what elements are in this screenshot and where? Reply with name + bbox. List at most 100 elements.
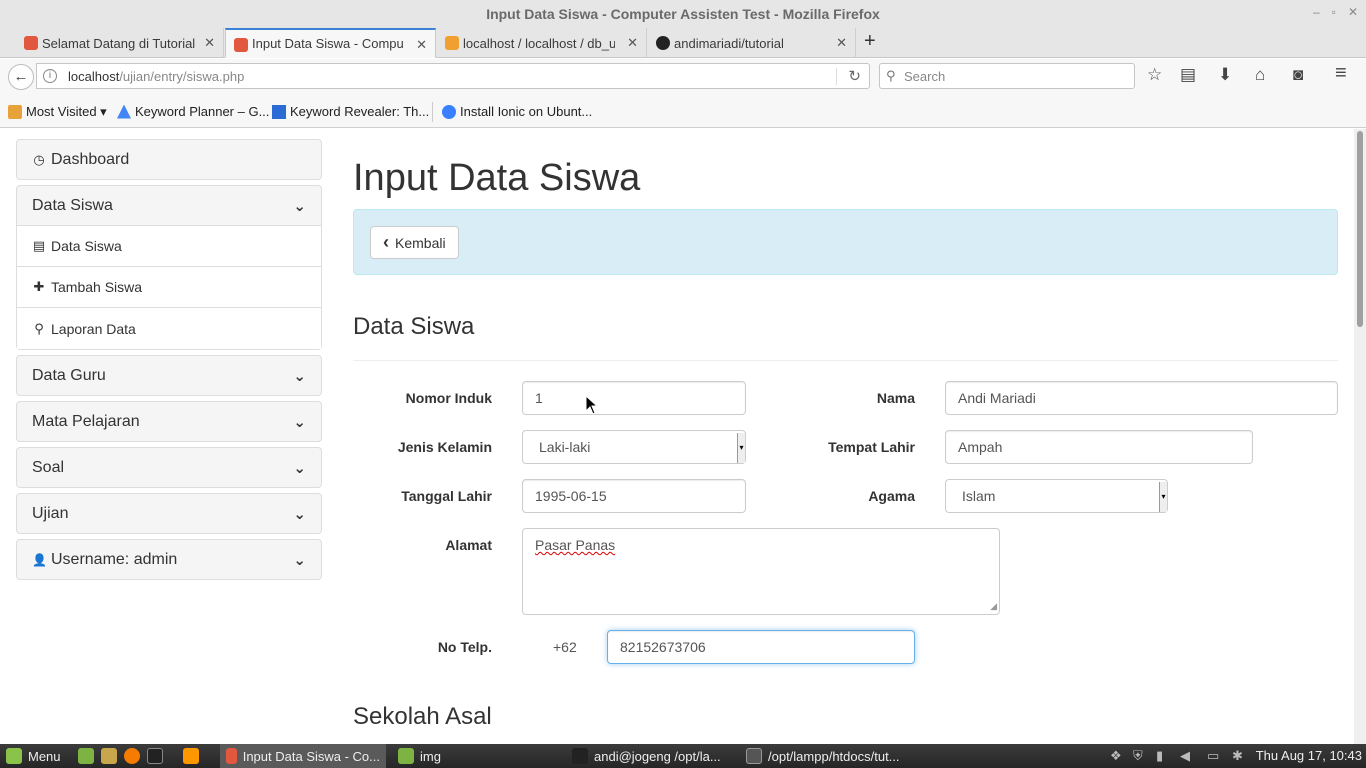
tab-label: Selamat Datang di Tutorial bbox=[42, 35, 196, 51]
menu-icon[interactable]: ≡ bbox=[1335, 62, 1347, 85]
sidebar-item-label: Dashboard bbox=[51, 150, 130, 168]
alamat-textarea[interactable]: Pasar Panas ◢ bbox=[522, 528, 1000, 615]
tab-github[interactable]: andimariadi/tutorial ✕ bbox=[648, 28, 856, 58]
terminal-launcher-icon[interactable] bbox=[147, 748, 163, 764]
network-icon[interactable]: ▮ bbox=[1156, 748, 1163, 764]
label-nomor-induk: Nomor Induk bbox=[405, 390, 492, 406]
adwords-icon bbox=[117, 104, 131, 119]
sidebar-item-dashboard[interactable]: ◷ Dashboard bbox=[16, 139, 322, 180]
mouse-pointer-icon bbox=[585, 395, 599, 415]
sidebar-toggle-ujian[interactable]: Ujian ⌄ bbox=[16, 493, 322, 534]
label-tanggal-lahir: Tanggal Lahir bbox=[401, 488, 492, 504]
no-telp-input[interactable]: 82152673706 bbox=[607, 630, 915, 664]
sidebar-item-label: Username: admin bbox=[51, 550, 178, 568]
folder-icon bbox=[398, 748, 414, 764]
editor-icon bbox=[746, 748, 762, 764]
tab-phpmyadmin[interactable]: localhost / localhost / db_uji ✕ bbox=[437, 28, 647, 58]
site-info-icon[interactable]: i bbox=[43, 69, 57, 83]
window-title: Input Data Siswa - Computer Assisten Tes… bbox=[486, 6, 880, 22]
download-icon[interactable]: ⬇ bbox=[1218, 65, 1232, 85]
show-desktop-icon[interactable] bbox=[78, 748, 94, 764]
sidebar-toggle-soal[interactable]: Soal ⌄ bbox=[16, 447, 322, 488]
close-tab-icon[interactable]: ✕ bbox=[627, 35, 638, 51]
url-text[interactable]: localhost/ujian/entry/siswa.php bbox=[68, 69, 244, 84]
search-placeholder: Search bbox=[904, 69, 946, 84]
tempat-lahir-input[interactable]: Ampah bbox=[945, 430, 1253, 464]
chevron-down-icon: ⌄ bbox=[293, 505, 306, 523]
dashboard-icon: ◷ bbox=[33, 151, 45, 167]
search-bar[interactable]: ⚲ Search bbox=[879, 63, 1135, 89]
close-tab-icon[interactable]: ✕ bbox=[416, 37, 427, 53]
bookmark-most-visited[interactable]: Most Visited ▾ bbox=[8, 104, 107, 120]
dropbox-icon[interactable]: ❖ bbox=[1110, 748, 1122, 764]
tanggal-lahir-input[interactable]: 1995-06-15 bbox=[522, 479, 746, 513]
pocket-icon[interactable]: ◙ bbox=[1293, 65, 1303, 85]
taskbar-item-firefox[interactable]: Input Data Siswa - Co... bbox=[220, 744, 386, 768]
label-jenis-kelamin: Jenis Kelamin bbox=[397, 439, 492, 455]
taskbar-item-img[interactable]: img bbox=[392, 744, 447, 768]
volume-icon[interactable]: ◀ bbox=[1180, 748, 1190, 764]
bookmarks-toolbar: Most Visited ▾ Keyword Planner – G... Ke… bbox=[0, 95, 1366, 128]
start-menu-button[interactable]: Menu bbox=[0, 744, 67, 768]
tab-input-data-siswa[interactable]: Input Data Siswa - Compute ✕ bbox=[225, 28, 436, 58]
sidebar-item-label: Laporan Data bbox=[51, 320, 136, 337]
home-icon[interactable]: ⌂ bbox=[1255, 65, 1265, 85]
taskbar-item-htdocs[interactable]: /opt/lampp/htdocs/tut... bbox=[740, 744, 906, 768]
sidebar-item-data-siswa[interactable]: ▤ Data Siswa bbox=[17, 226, 321, 267]
kembali-button[interactable]: ‹ Kembali bbox=[370, 226, 459, 259]
minimize-icon[interactable]: – bbox=[1313, 5, 1320, 19]
close-tab-icon[interactable]: ✕ bbox=[836, 35, 847, 51]
bookmark-install-ionic[interactable]: Install Ionic on Ubunt... bbox=[442, 104, 592, 119]
chevron-down-icon: ⌄ bbox=[293, 413, 306, 431]
sidebar-item-laporan-data[interactable]: ⚲ Laporan Data bbox=[17, 308, 321, 349]
sidebar: ◷ Dashboard Data Siswa ⌄ ▤ Data Siswa ✚ … bbox=[16, 139, 322, 585]
sidebar-item-tambah-siswa[interactable]: ✚ Tambah Siswa bbox=[17, 267, 321, 308]
sidebar-toggle-data-siswa[interactable]: Data Siswa ⌄ bbox=[17, 186, 321, 225]
back-button[interactable]: ← bbox=[8, 64, 34, 90]
sidebar-toggle-data-guru[interactable]: Data Guru ⌄ bbox=[16, 355, 322, 396]
bookmark-star-icon[interactable]: ☆ bbox=[1147, 65, 1162, 85]
resize-grip-icon[interactable]: ◢ bbox=[990, 601, 997, 612]
url-bar[interactable]: i localhost/ujian/entry/siswa.php ↻ bbox=[36, 63, 870, 89]
section-title-sekolah-asal: Sekolah Asal bbox=[353, 703, 492, 730]
sublime-launcher-icon[interactable] bbox=[183, 748, 199, 764]
reading-list-icon[interactable]: ▤ bbox=[1180, 65, 1196, 85]
jenis-kelamin-select[interactable]: Laki-laki ▾ bbox=[522, 430, 746, 464]
taskbar-item-terminal[interactable]: andi@jogeng /opt/la... bbox=[566, 744, 727, 768]
user-icon: 👤 bbox=[32, 552, 47, 567]
new-tab-icon[interactable]: + bbox=[864, 30, 876, 53]
terminal-icon bbox=[572, 748, 588, 764]
page-scrollbar[interactable] bbox=[1354, 129, 1366, 744]
chevron-left-icon: ‹ bbox=[383, 232, 389, 252]
page-viewport: ◷ Dashboard Data Siswa ⌄ ▤ Data Siswa ✚ … bbox=[0, 129, 1354, 744]
sidebar-item-label: Ujian bbox=[32, 504, 69, 522]
file-manager-icon[interactable] bbox=[101, 748, 117, 764]
shield-icon[interactable]: ⛨ bbox=[1133, 748, 1143, 764]
clock[interactable]: Thu Aug 17, 10:43 bbox=[1256, 748, 1362, 763]
bookmark-keyword-planner[interactable]: Keyword Planner – G... bbox=[117, 104, 269, 119]
keyword-revealer-icon bbox=[272, 104, 286, 119]
sidebar-toggle-mata-pelajaran[interactable]: Mata Pelajaran ⌄ bbox=[16, 401, 322, 442]
settings-icon[interactable]: ✱ bbox=[1232, 748, 1243, 764]
search-icon: ⚲ bbox=[34, 320, 44, 336]
sidebar-toggle-username[interactable]: 👤 Username: admin ⌄ bbox=[16, 539, 322, 580]
agama-select[interactable]: Islam ▾ bbox=[945, 479, 1168, 513]
nomor-induk-input[interactable]: 1 bbox=[522, 381, 746, 415]
tab-selamat-datang[interactable]: Selamat Datang di Tutorial ✕ bbox=[16, 28, 224, 58]
label-agama: Agama bbox=[868, 488, 915, 504]
close-window-icon[interactable]: ✕ bbox=[1348, 5, 1358, 19]
jenis-kelamin-value: Laki-laki bbox=[539, 439, 591, 455]
xampp-favicon-icon bbox=[226, 748, 237, 764]
reload-icon[interactable]: ↻ bbox=[848, 67, 861, 85]
bookmark-keyword-revealer[interactable]: Keyword Revealer: Th... bbox=[272, 104, 429, 119]
window-titlebar: Input Data Siswa - Computer Assisten Tes… bbox=[0, 0, 1366, 28]
sidebar-item-label: Data Siswa bbox=[32, 196, 113, 214]
battery-icon[interactable]: ▭ bbox=[1207, 748, 1219, 764]
tab-strip: Selamat Datang di Tutorial ✕ Input Data … bbox=[0, 28, 1366, 58]
firefox-launcher-icon[interactable] bbox=[124, 748, 140, 764]
scrollbar-thumb[interactable] bbox=[1357, 131, 1363, 327]
nama-input[interactable]: Andi Mariadi bbox=[945, 381, 1338, 415]
tab-label: andimariadi/tutorial bbox=[674, 35, 784, 51]
close-tab-icon[interactable]: ✕ bbox=[204, 35, 215, 51]
maximize-icon[interactable]: ▫ bbox=[1332, 5, 1336, 19]
